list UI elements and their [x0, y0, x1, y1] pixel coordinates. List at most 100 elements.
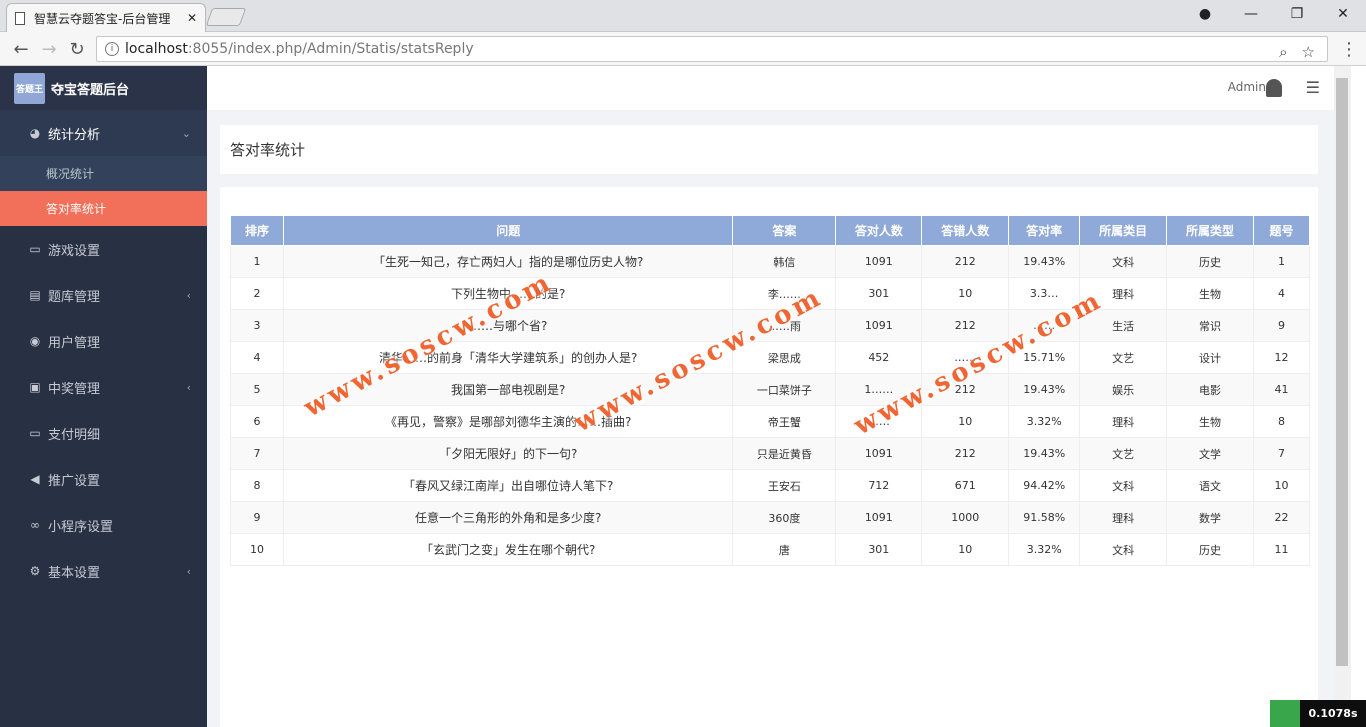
cell-question-id: 10: [1252, 469, 1311, 502]
cell-rank: 5: [230, 373, 284, 406]
sidebar-subitem-overview[interactable]: 概况统计: [0, 156, 207, 191]
cell-rank: 8: [230, 469, 284, 502]
link-icon: ∞: [30, 518, 40, 532]
close-tab-icon[interactable]: ✕: [187, 11, 197, 25]
reload-icon[interactable]: ↻: [66, 38, 88, 60]
cell-answer: 只是近黄昏: [732, 437, 837, 470]
col-header-type[interactable]: 所属类型: [1166, 215, 1254, 246]
sidebar-item-promotion[interactable]: ◀ 推广设置: [0, 456, 207, 502]
cell-question: 「玄武门之变」发生在哪个朝代?: [282, 533, 734, 566]
chevron-left-icon: ‹: [186, 564, 191, 578]
bookmark-star-icon[interactable]: ☆: [1302, 43, 1315, 61]
cell-type: 文学: [1166, 437, 1254, 470]
col-header-correct-rate[interactable]: 答对率: [1008, 215, 1081, 246]
cell-question: 「生死一知己，存亡两妇人」指的是哪位历史人物?: [282, 245, 734, 278]
cell-correct-rate: 19.43%: [1008, 373, 1081, 406]
sidebar-item-label: 基本设置: [48, 565, 101, 581]
menu-icon[interactable]: ☰: [1306, 78, 1320, 97]
maximize-button[interactable]: ❐: [1274, 0, 1320, 28]
col-header-question-id[interactable]: 题号: [1252, 215, 1311, 246]
col-header-rank[interactable]: 排序: [230, 215, 284, 246]
user-name[interactable]: Admin: [1228, 80, 1266, 94]
cell-wrong-count: 212: [921, 245, 1010, 278]
main-content: Admin ☰ 答对率统计 排序 问题 答案 答对人数 答错人数 答对率 所属类…: [207, 66, 1334, 727]
url-path: :8055/index.php/Admin/Statis/statsReply: [187, 41, 474, 57]
right-strip: [1351, 66, 1366, 727]
back-icon[interactable]: ←: [10, 38, 32, 60]
gamepad-icon: ▭: [29, 242, 41, 256]
col-header-answer[interactable]: 答案: [732, 215, 837, 246]
cell-type: 历史: [1166, 533, 1254, 566]
cell-question-id: 22: [1252, 501, 1311, 534]
document-icon: [15, 11, 25, 25]
col-header-wrong-count[interactable]: 答错人数: [921, 215, 1010, 246]
sidebar-item-users[interactable]: ◉ 用户管理: [0, 318, 207, 364]
chevron-down-icon: ⌄: [181, 126, 191, 140]
sidebar-item-basic-settings[interactable]: ⚙ 基本设置 ‹: [0, 548, 207, 594]
cell-question-id: 1: [1252, 245, 1311, 278]
cell-correct-rate: 91.58%: [1008, 501, 1081, 534]
cell-correct-rate: 94.42%: [1008, 469, 1081, 502]
col-header-correct-count[interactable]: 答对人数: [835, 215, 923, 246]
cell-question-id: 11: [1252, 533, 1311, 566]
table-row: 8 「春风又绿江南岸」出自哪位诗人笔下? 王安石 712 671 94.42% 文科 语文 10: [230, 469, 1311, 502]
vertical-scrollbar[interactable]: [1334, 66, 1351, 727]
sidebar-item-label: 推广设置: [48, 473, 101, 489]
col-header-category[interactable]: 所属类目: [1079, 215, 1168, 246]
cell-question-id: 12: [1252, 341, 1311, 374]
new-tab-button[interactable]: [205, 8, 247, 26]
url-bar[interactable]: i localhost:8055/index.php/Admin/Statis/…: [96, 36, 1328, 62]
cell-question-id: 8: [1252, 405, 1311, 438]
cell-correct-count: 1091: [835, 501, 923, 534]
cell-category: 理科: [1079, 501, 1168, 534]
cell-type: 生物: [1166, 277, 1254, 310]
cell-question: 「夕阳无限好」的下一句?: [282, 437, 734, 470]
sidebar-item-game-settings[interactable]: ▭ 游戏设置: [0, 226, 207, 272]
cell-answer: 王安石: [732, 469, 837, 502]
zoom-icon[interactable]: ⌕: [1279, 43, 1287, 61]
cell-rank: 3: [230, 309, 284, 342]
cell-category: 文艺: [1079, 437, 1168, 470]
page-title-box: 答对率统计: [220, 125, 1318, 174]
sidebar-item-payments[interactable]: ▭ 支付明细: [0, 410, 207, 456]
close-window-button[interactable]: ✕: [1320, 0, 1366, 28]
sidebar-item-label: 中奖管理: [48, 381, 101, 397]
cell-correct-count: 1091: [835, 309, 923, 342]
avatar[interactable]: [1266, 79, 1282, 97]
cell-question-id: 4: [1252, 277, 1311, 310]
cell-type: 常识: [1166, 309, 1254, 342]
sidebar-item-prizes[interactable]: ▣ 中奖管理 ‹: [0, 364, 207, 410]
sidebar-item-stats[interactable]: ◕ 统计分析 ⌄: [0, 110, 207, 156]
scrollbar-thumb[interactable]: [1336, 78, 1348, 666]
info-icon[interactable]: i: [105, 42, 119, 56]
cell-rank: 2: [230, 277, 284, 310]
brand[interactable]: 答题王 夺宝答题后台: [0, 66, 207, 110]
cell-answer: 帝王蟹: [732, 405, 837, 438]
cell-type: 设计: [1166, 341, 1254, 374]
chevron-left-icon: ‹: [186, 288, 191, 302]
table-row: 6 《再见，警察》是哪部刘德华主演的……插曲? 帝王蟹…… 10 3.32% 理科 生物 8: [230, 405, 1311, 438]
cell-category: 文科: [1079, 533, 1168, 566]
cell-type: 数学: [1166, 501, 1254, 534]
gear-icon: ⚙: [29, 564, 41, 578]
cell-wrong-count: 10: [921, 533, 1010, 566]
browser-tab[interactable]: 智慧云夺题答宝-后台管理 ✕: [6, 3, 206, 32]
col-header-question[interactable]: 问题: [282, 215, 734, 246]
debug-logo: [1270, 700, 1300, 727]
sidebar-item-miniprogram[interactable]: ∞ 小程序设置: [0, 502, 207, 548]
sidebar-item-question-bank[interactable]: ▤ 题库管理 ‹: [0, 272, 207, 318]
pie-chart-icon: ◕: [29, 126, 41, 140]
cell-correct-count: 1091: [835, 437, 923, 470]
credit-card-icon: ▭: [29, 426, 41, 440]
megaphone-icon: ◀: [30, 472, 40, 486]
forward-icon[interactable]: →: [38, 38, 60, 60]
sidebar-item-label: 答对率统计: [46, 202, 107, 216]
minimize-button[interactable]: —: [1228, 0, 1274, 28]
tab-title: 智慧云夺题答宝-后台管理: [34, 11, 171, 26]
browser-menu-icon[interactable]: ⋮: [1338, 38, 1360, 60]
sidebar-subitem-correct-rate[interactable]: 答对率统计: [0, 191, 207, 226]
cell-wrong-count: 671: [921, 469, 1010, 502]
logo-text: 答题王: [15, 84, 43, 95]
table-row: 9 任意一个三角形的外角和是多少度? 360度 1091 1000 91.58% 理科 数学 2…: [230, 501, 1311, 534]
profile-icon[interactable]: ●: [1182, 0, 1228, 28]
